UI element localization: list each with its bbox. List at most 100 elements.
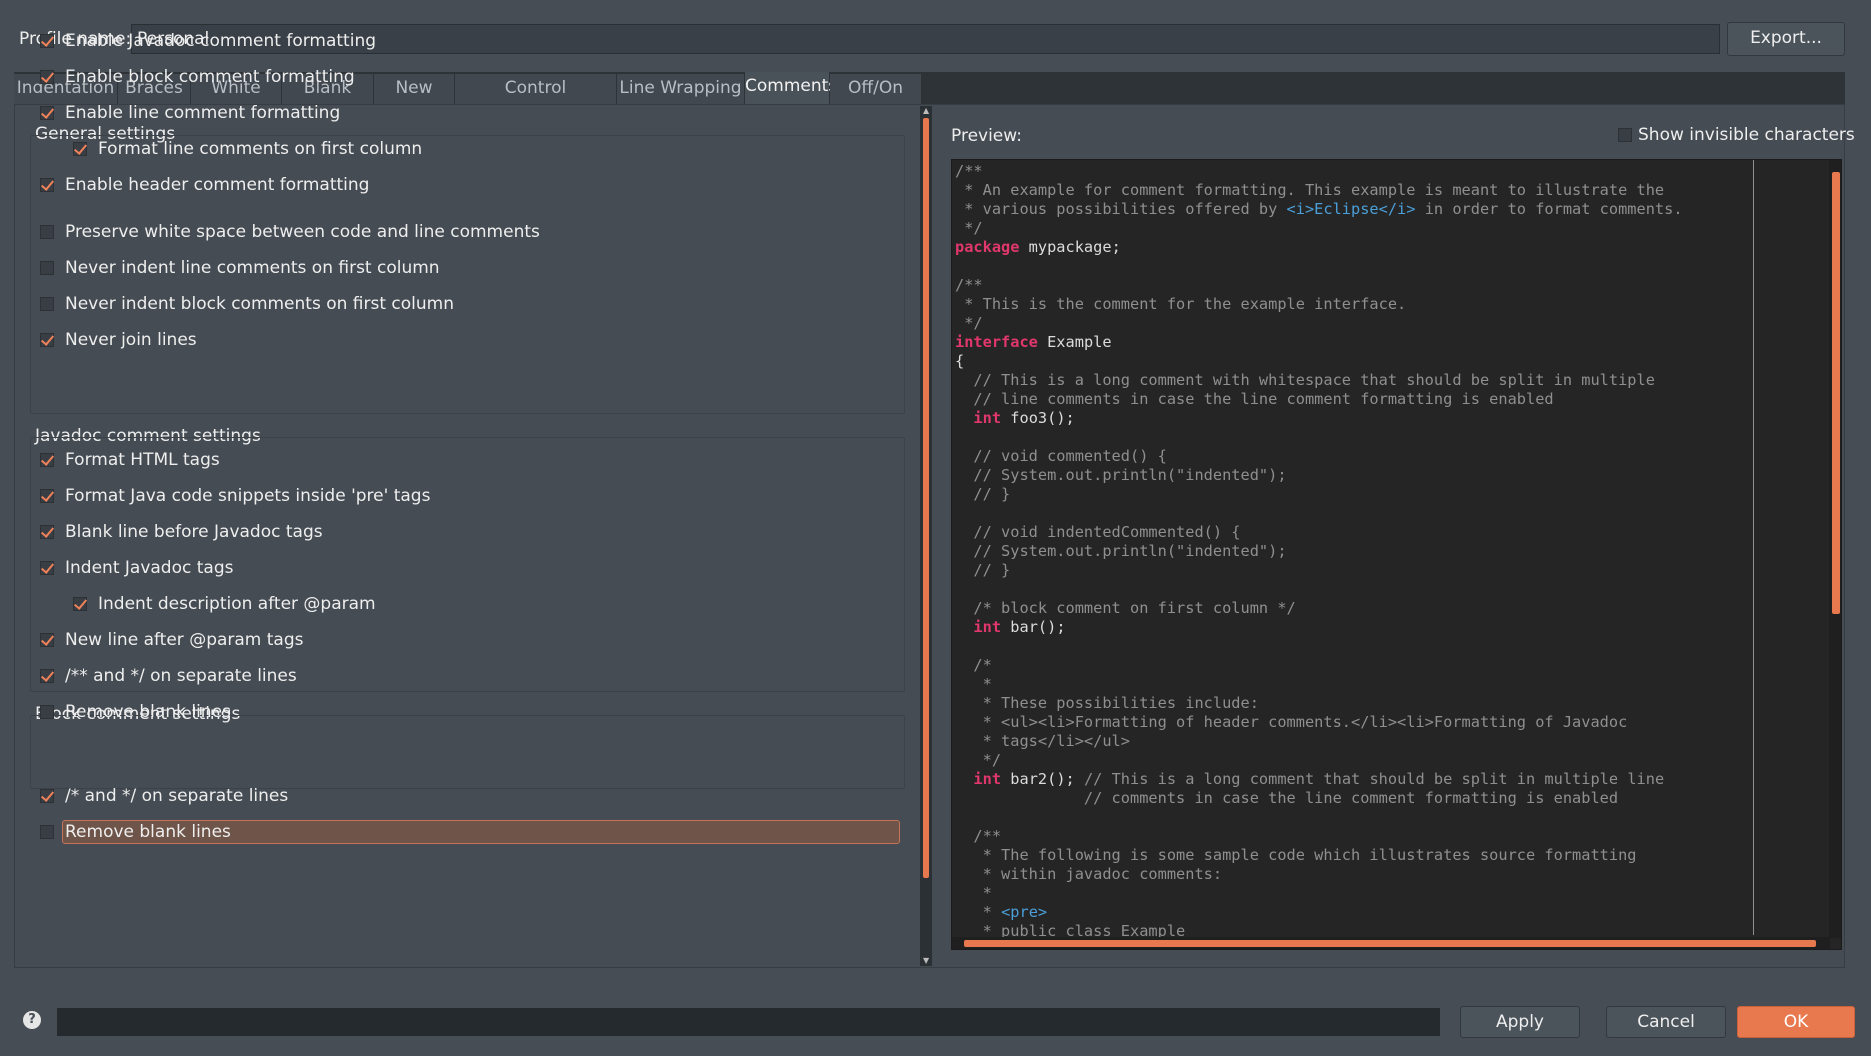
general-option-never-indent-line-comments-on-first-column[interactable]: Never indent line comments on first colu… <box>40 254 440 282</box>
preview-vertical-scrollbar[interactable] <box>1829 160 1841 938</box>
checkbox[interactable] <box>40 453 54 467</box>
code-token: /** <box>955 827 1002 845</box>
code-token: <pre> <box>1001 903 1048 921</box>
checkbox-label: Never indent block comments on first col… <box>65 294 454 314</box>
javadoc-option-new-line-after-param-tags[interactable]: New line after @param tags <box>40 626 304 654</box>
ok-button[interactable]: OK <box>1737 1006 1855 1038</box>
checkbox[interactable] <box>40 333 54 347</box>
settings-scrollbar[interactable]: ▲ ▼ <box>920 106 932 966</box>
code-token: // System.out.println("indented"); <box>955 466 1287 484</box>
code-line: /** <box>955 827 1683 846</box>
code-line: package mypackage; <box>955 238 1683 257</box>
code-line: * The following is some sample code whic… <box>955 846 1683 865</box>
checkbox-label: New line after @param tags <box>65 630 304 650</box>
general-option-never-join-lines[interactable]: Never join lines <box>40 326 197 354</box>
general-option-enable-header-comment-formatting[interactable]: Enable header comment formatting <box>40 171 369 199</box>
tab-off-on-tags[interactable]: Off/On Tags <box>830 74 922 127</box>
checkbox[interactable] <box>40 34 54 48</box>
general-option-preserve-white-space-between-code-and-line-comments[interactable]: Preserve white space between code and li… <box>40 218 540 246</box>
block-option-and-on-separate-lines[interactable]: /* and */ on separate lines <box>40 782 288 810</box>
help-icon[interactable]: ? <box>23 1011 41 1029</box>
code-token: <i>Eclipse</i> <box>1286 200 1416 218</box>
tab-new-lines[interactable]: New Lines <box>374 74 455 127</box>
checkbox[interactable] <box>73 597 87 611</box>
code-token: * <box>955 884 992 902</box>
code-line: /* block comment on first column */ <box>955 599 1683 618</box>
block-option-remove-blank-lines[interactable]: Remove blank lines <box>40 818 900 846</box>
comment-settings-panel: General settings Javadoc comment setting… <box>16 31 916 966</box>
code-preview[interactable]: /** * An example for comment formatting.… <box>951 159 1842 950</box>
javadoc-option-indent-description-after-param[interactable]: Indent description after @param <box>73 590 376 618</box>
preview-horizontal-scrollbar[interactable] <box>952 937 1830 949</box>
code-token: // This is a long comment that should be… <box>1083 770 1665 788</box>
general-option-enable-line-comment-formatting[interactable]: Enable line comment formatting <box>40 99 340 127</box>
checkbox[interactable] <box>40 633 54 647</box>
javadoc-option-format-html-tags[interactable]: Format HTML tags <box>40 446 220 474</box>
checkbox[interactable] <box>40 525 54 539</box>
javadoc-option-indent-javadoc-tags[interactable]: Indent Javadoc tags <box>40 554 233 582</box>
javadoc-option-blank-line-before-javadoc-tags[interactable]: Blank line before Javadoc tags <box>40 518 323 546</box>
code-line: // This is a long comment with whitespac… <box>955 371 1683 390</box>
javadoc-option-format-java-code-snippets-inside-pre-tags[interactable]: Format Java code snippets inside 'pre' t… <box>40 482 430 510</box>
code-token: */ <box>955 751 1002 769</box>
preview-vscroll-thumb[interactable] <box>1832 172 1840 614</box>
code-token: // void indentedCommented() { <box>955 523 1241 541</box>
apply-button[interactable]: Apply <box>1460 1006 1580 1038</box>
checkbox[interactable] <box>40 705 54 719</box>
checkbox[interactable] <box>40 225 54 239</box>
checkbox[interactable] <box>40 561 54 575</box>
checkbox[interactable] <box>40 70 54 84</box>
code-line: { <box>955 352 1683 371</box>
checkbox[interactable] <box>40 106 54 120</box>
tab-line-wrapping[interactable]: Line Wrapping <box>617 74 745 104</box>
code-line: interface Example <box>955 333 1683 352</box>
checkbox-label: Format line comments on first column <box>98 139 423 159</box>
checkbox-label: Format Java code snippets inside 'pre' t… <box>65 486 431 506</box>
code-line: /** <box>955 162 1683 181</box>
checkbox-label: Never join lines <box>65 330 197 350</box>
show-invisible-checkbox[interactable] <box>1618 128 1632 142</box>
tab-control-statements[interactable]: Control Statements <box>455 74 617 127</box>
javadoc-option-remove-blank-lines[interactable]: Remove blank lines <box>40 698 231 726</box>
checkbox-label: /* and */ on separate lines <box>65 786 289 806</box>
checkbox[interactable] <box>40 489 54 503</box>
code-token: mypackage; <box>1019 238 1121 256</box>
checkbox[interactable] <box>40 669 54 683</box>
code-line: // System.out.println("indented"); <box>955 466 1683 485</box>
general-option-never-indent-block-comments-on-first-column[interactable]: Never indent block comments on first col… <box>40 290 454 318</box>
code-line: // System.out.println("indented"); <box>955 542 1683 561</box>
export-button[interactable]: Export... <box>1727 22 1845 56</box>
checkbox[interactable] <box>40 297 54 311</box>
checkbox-label: Enable block comment formatting <box>65 67 355 87</box>
general-option-enable-javadoc-comment-formatting[interactable]: Enable Javadoc comment formatting <box>40 27 376 55</box>
code-token: int <box>973 770 1002 788</box>
cancel-button[interactable]: Cancel <box>1606 1006 1726 1038</box>
scroll-down-icon[interactable]: ▼ <box>923 957 929 965</box>
code-token: */ <box>955 314 983 332</box>
preview-hscroll-thumb[interactable] <box>964 940 1816 947</box>
code-line: // } <box>955 485 1683 504</box>
code-token: Example <box>1037 333 1112 351</box>
checkbox[interactable] <box>40 261 54 275</box>
code-token: /* block comment on first column */ <box>955 599 1296 617</box>
checkbox[interactable] <box>73 142 87 156</box>
javadoc-option-and-on-separate-lines[interactable]: /** and */ on separate lines <box>40 662 297 690</box>
code-token: int <box>973 409 1002 427</box>
checkbox[interactable] <box>40 789 54 803</box>
code-token: // comments in case the line comment for… <box>955 789 1619 807</box>
code-token: * <box>955 903 1002 921</box>
general-option-enable-block-comment-formatting[interactable]: Enable block comment formatting <box>40 63 355 91</box>
tab-comments[interactable]: Comments <box>745 72 837 104</box>
scroll-up-icon[interactable]: ▲ <box>923 107 929 115</box>
show-invisible-characters[interactable]: Show invisible characters <box>1618 125 1855 145</box>
preview-label: Preview: <box>951 126 1022 146</box>
checkbox[interactable] <box>40 178 54 192</box>
code-token: interface <box>955 333 1038 351</box>
code-token: * <ul><li>Formatting of header comments.… <box>955 713 1628 731</box>
scrollbar-thumb[interactable] <box>923 118 929 878</box>
general-option-format-line-comments-on-first-column[interactable]: Format line comments on first column <box>73 135 422 163</box>
block-settings-group <box>30 715 905 789</box>
checkbox[interactable] <box>40 825 54 839</box>
code-line: /** <box>955 276 1683 295</box>
